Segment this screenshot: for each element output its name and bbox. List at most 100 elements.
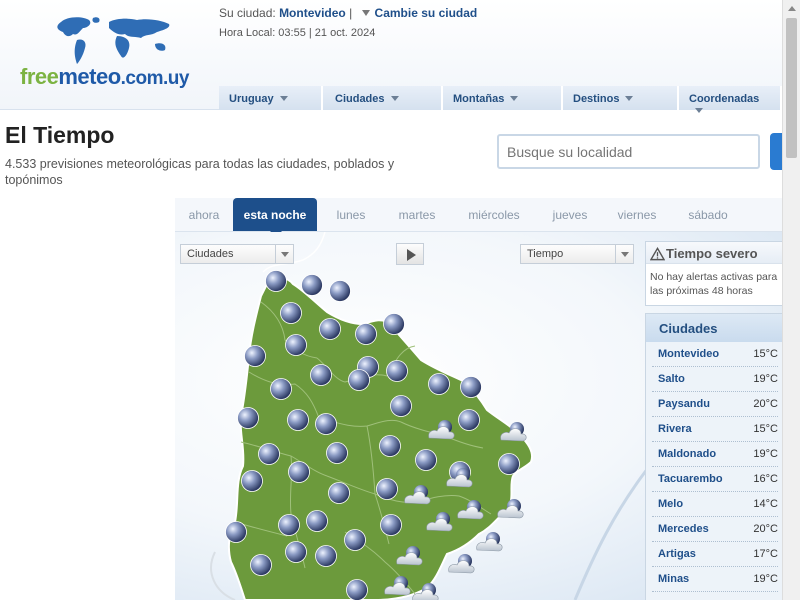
play-animation-button[interactable] <box>396 243 424 265</box>
cloud-moon-icon[interactable] <box>476 532 503 552</box>
city-name[interactable]: Mercedes <box>652 523 709 535</box>
tab-viernes[interactable]: viernes <box>601 198 673 231</box>
page-title: El Tiempo <box>5 122 115 148</box>
moon-icon[interactable] <box>265 270 287 292</box>
moon-icon[interactable] <box>415 449 437 471</box>
scroll-up-arrow-icon[interactable] <box>783 0 800 17</box>
nav-coordenadas[interactable]: Coordenadas <box>679 86 782 113</box>
moon-icon[interactable] <box>278 514 300 536</box>
nav-uruguay[interactable]: Uruguay <box>219 86 323 110</box>
city-name[interactable]: Tacuarembo <box>652 473 723 485</box>
city-row[interactable]: Minas 19°C <box>652 567 778 592</box>
severe-weather-panel: Tiempo severo No hay alertas activas par… <box>645 241 785 306</box>
moon-icon[interactable] <box>380 514 402 536</box>
severe-weather-text: No hay alertas activas para las próximas… <box>650 271 778 297</box>
moon-icon[interactable] <box>328 482 350 504</box>
layer-select[interactable]: Ciudades <box>180 244 294 264</box>
chevron-down-icon <box>275 245 293 263</box>
moon-icon[interactable] <box>315 545 337 567</box>
moon-icon[interactable] <box>355 323 377 345</box>
moon-icon[interactable] <box>379 435 401 457</box>
moon-icon[interactable] <box>329 280 351 302</box>
moon-icon[interactable] <box>390 395 412 417</box>
city-name[interactable]: Minas <box>652 573 689 585</box>
moon-icon[interactable] <box>386 360 408 382</box>
nav-destinos[interactable]: Destinos <box>563 86 679 110</box>
city-name[interactable]: Artigas <box>652 548 696 560</box>
city-label: Su ciudad: <box>219 6 276 20</box>
moon-icon[interactable] <box>383 313 405 335</box>
tab-miercoles[interactable]: miércoles <box>449 198 539 231</box>
local-time: Hora Local: 03:55 | 21 oct. 2024 <box>219 27 376 39</box>
logo-text: freemeteo.com.uy <box>20 64 189 89</box>
moon-icon[interactable] <box>270 378 292 400</box>
nav-montanas[interactable]: Montañas <box>443 86 563 110</box>
nav-ciudades[interactable]: Ciudades <box>323 86 443 110</box>
city-name[interactable]: Salto <box>652 373 685 385</box>
moon-icon[interactable] <box>458 409 480 431</box>
moon-icon[interactable] <box>225 521 247 543</box>
moon-icon[interactable] <box>306 510 328 532</box>
nav-label: Uruguay <box>229 93 274 105</box>
city-temp: 14°C <box>753 498 778 510</box>
page-scrollbar[interactable] <box>782 0 800 600</box>
city-row[interactable]: Melo 14°C <box>652 492 778 517</box>
tab-jueves[interactable]: jueves <box>539 198 601 231</box>
tab-ahora[interactable]: ahora <box>175 198 233 231</box>
world-map-logo-icon <box>57 17 170 64</box>
moon-icon[interactable] <box>326 442 348 464</box>
moon-icon[interactable] <box>237 407 259 429</box>
city-name[interactable]: Rivera <box>652 423 692 435</box>
site-logo[interactable]: freemeteo.com.uy <box>18 14 198 94</box>
moon-icon[interactable] <box>344 529 366 551</box>
city-row[interactable]: Tacuarembo 16°C <box>652 467 778 492</box>
cities-panel-title: Ciudades <box>646 314 784 342</box>
tab-martes[interactable]: martes <box>385 198 449 231</box>
city-name[interactable]: Montevideo <box>652 348 719 360</box>
city-row[interactable]: Salto 19°C <box>652 367 778 392</box>
change-city-link[interactable]: Cambie su ciudad <box>375 6 478 20</box>
moon-icon[interactable] <box>498 453 520 475</box>
cities-list: Montevideo 15°C Salto 19°C Paysandu 20°C Ri… <box>646 342 784 592</box>
city-name[interactable]: Melo <box>652 498 683 510</box>
location-search-input[interactable] <box>497 134 760 169</box>
moon-icon[interactable] <box>376 478 398 500</box>
city-row[interactable]: Paysandu 20°C <box>652 392 778 417</box>
tab-lunes[interactable]: lunes <box>317 198 385 231</box>
moon-icon[interactable] <box>319 318 341 340</box>
chevron-down-icon <box>615 245 633 263</box>
moon-icon[interactable] <box>241 470 263 492</box>
moon-icon[interactable] <box>280 302 302 324</box>
city-row[interactable]: Artigas 17°C <box>652 542 778 567</box>
city-name[interactable]: Paysandu <box>652 398 710 410</box>
moon-icon[interactable] <box>258 443 280 465</box>
moon-icon[interactable] <box>250 554 272 576</box>
moon-icon[interactable] <box>288 461 310 483</box>
city-row[interactable]: Maldonado 19°C <box>652 442 778 467</box>
cloud-moon-icon[interactable] <box>448 554 475 574</box>
moon-icon[interactable] <box>301 274 323 296</box>
city-row[interactable]: Mercedes 20°C <box>652 517 778 542</box>
moon-icon[interactable] <box>285 334 307 356</box>
city-row[interactable]: Rivera 15°C <box>652 417 778 442</box>
severe-weather-title-text: Tiempo severo <box>666 246 758 261</box>
moon-icon[interactable] <box>348 369 370 391</box>
city-name[interactable]: Maldonado <box>652 448 716 460</box>
page-subtitle: 4.533 previsiones meteorológicas para to… <box>5 157 395 187</box>
moon-icon[interactable] <box>460 376 482 398</box>
moon-icon[interactable] <box>346 579 368 600</box>
moon-icon[interactable] <box>287 409 309 431</box>
tab-sabado[interactable]: sábado <box>673 198 743 231</box>
map-type-select[interactable]: Tiempo <box>520 244 634 264</box>
city-row[interactable]: Montevideo 15°C <box>652 342 778 367</box>
city-temp: 16°C <box>753 473 778 485</box>
moon-icon[interactable] <box>244 345 266 367</box>
cities-panel: Ciudades Montevideo 15°C Salto 19°C Paysan… <box>645 313 785 600</box>
moon-icon[interactable] <box>315 413 337 435</box>
moon-icon[interactable] <box>310 364 332 386</box>
moon-icon[interactable] <box>428 373 450 395</box>
current-city-name[interactable]: Montevideo <box>279 6 346 20</box>
scroll-thumb[interactable] <box>786 18 797 158</box>
moon-icon[interactable] <box>285 541 307 563</box>
tab-esta-noche[interactable]: esta noche <box>233 198 317 237</box>
